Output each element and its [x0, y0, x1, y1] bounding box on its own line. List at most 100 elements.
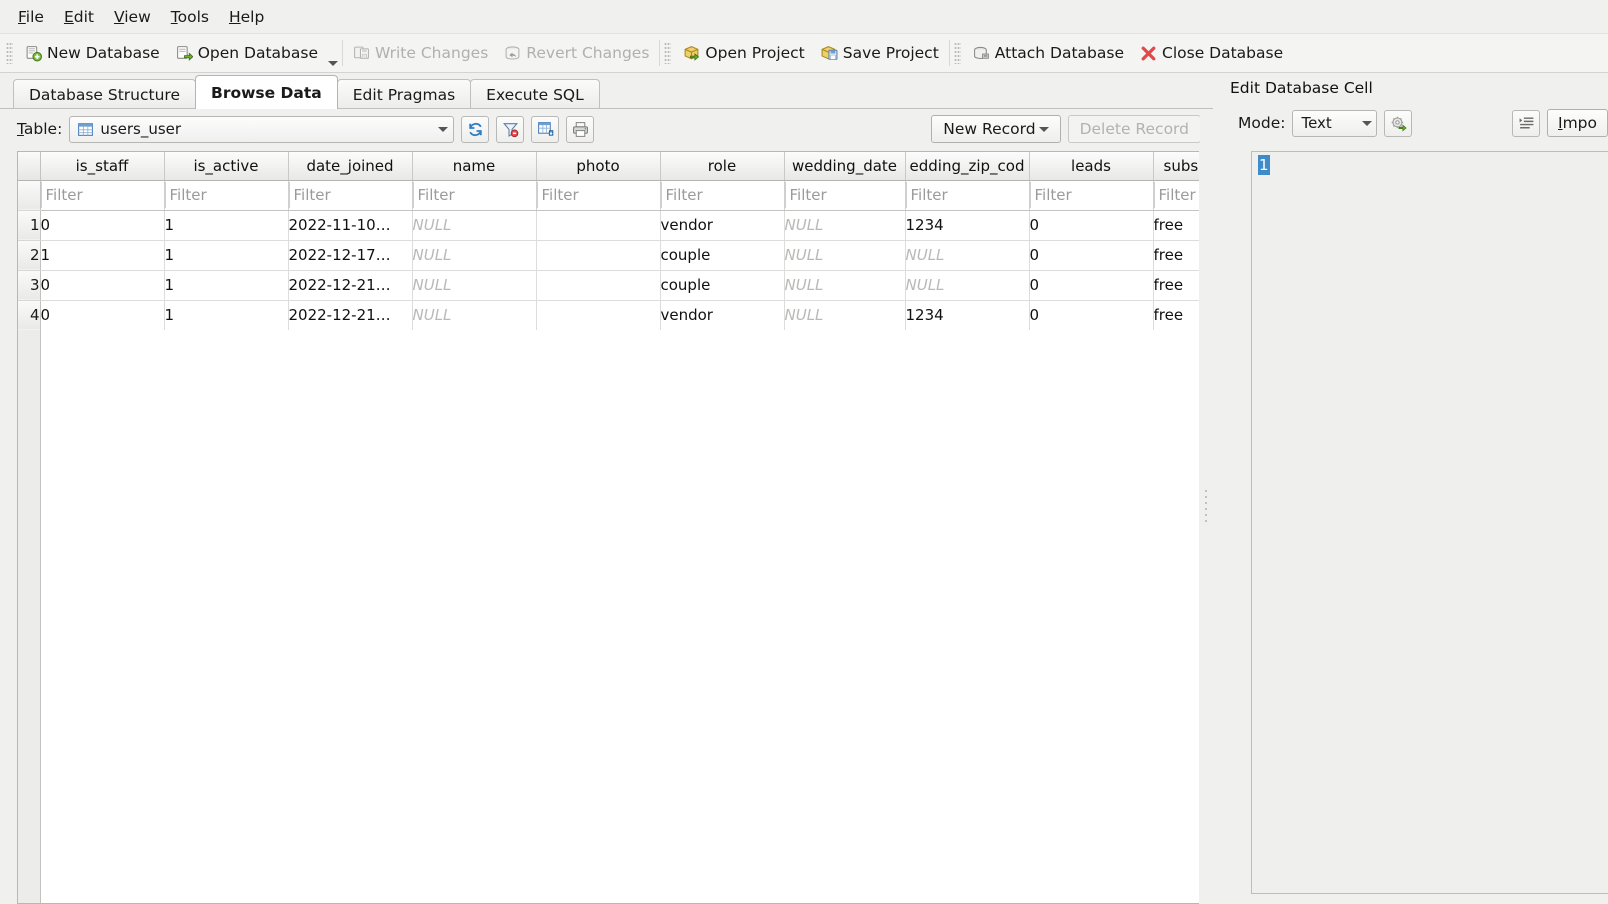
cell-name[interactable]: NULL — [412, 300, 537, 331]
column-header-photo[interactable]: photo — [536, 152, 661, 181]
column-header-name[interactable]: name — [412, 152, 537, 181]
filter-input-wedding-date[interactable]: Filter — [784, 180, 906, 211]
menu-item-file[interactable]: File — [8, 4, 54, 30]
tab-database-structure[interactable]: Database Structure — [13, 79, 196, 109]
cell-subscription[interactable]: free — [1153, 300, 1199, 331]
cell-is-active[interactable]: 1 — [164, 270, 289, 301]
cell-wedding-date[interactable]: NULL — [784, 300, 906, 331]
row-number[interactable]: 4 — [18, 300, 41, 331]
cell-subscription[interactable]: free — [1153, 210, 1199, 241]
cell-photo[interactable] — [536, 270, 661, 301]
table-select-combobox[interactable]: users_user — [69, 115, 455, 143]
revert-changes-button[interactable]: Revert Changes — [496, 39, 657, 67]
filter-input-wedding-zip-code[interactable]: Filter — [905, 180, 1030, 211]
filter-input-subscription[interactable]: Filter — [1153, 180, 1199, 211]
cell-is-active[interactable]: 1 — [164, 300, 289, 331]
cell-role[interactable]: couple — [660, 240, 785, 271]
table-row[interactable]: 1 0 1 2022-11-10… NULL vendor NULL 1234 … — [18, 210, 1199, 241]
cell-photo[interactable] — [536, 300, 661, 331]
cell-is-active[interactable]: 1 — [164, 240, 289, 271]
mode-select[interactable]: Text — [1292, 109, 1378, 137]
open-project-button[interactable]: Open Project — [675, 39, 812, 67]
cell-is-staff[interactable]: 0 — [40, 210, 165, 241]
cell-leads[interactable]: 0 — [1029, 270, 1154, 301]
column-header-is-active[interactable]: is_active — [164, 152, 289, 181]
row-number[interactable]: 3 — [18, 270, 41, 301]
import-button[interactable]: Impo — [1547, 109, 1608, 137]
column-header-wedding-date[interactable]: wedding_date — [784, 152, 906, 181]
cell-wedding-zip-code[interactable]: NULL — [905, 270, 1030, 301]
cell-photo[interactable] — [536, 240, 661, 271]
menu-item-help[interactable]: Help — [219, 4, 274, 30]
cell-wedding-zip-code[interactable]: 1234 — [905, 300, 1030, 331]
filter-input-name[interactable]: Filter — [412, 180, 537, 211]
cell-leads[interactable]: 0 — [1029, 210, 1154, 241]
cell-subscription[interactable]: free — [1153, 240, 1199, 271]
filter-input-role[interactable]: Filter — [660, 180, 785, 211]
cell-wedding-date[interactable]: NULL — [784, 240, 906, 271]
cell-role[interactable]: couple — [660, 270, 785, 301]
cell-photo[interactable] — [536, 210, 661, 241]
cell-wedding-date[interactable]: NULL — [784, 270, 906, 301]
save-project-button[interactable]: Save Project — [813, 39, 947, 67]
grid-corner-cell[interactable] — [18, 152, 41, 181]
data-grid[interactable]: is_staff is_active date_joined name phot… — [17, 151, 1199, 904]
refresh-button[interactable] — [461, 115, 490, 143]
close-database-button[interactable]: Close Database — [1132, 39, 1291, 67]
cell-role[interactable]: vendor — [660, 210, 785, 241]
delete-record-button[interactable]: Delete Record — [1067, 115, 1201, 143]
table-row[interactable]: 2 1 1 2022-12-17… NULL couple NULL NULL … — [18, 240, 1199, 271]
column-header-role[interactable]: role — [660, 152, 785, 181]
column-header-subscription[interactable]: subsc — [1153, 152, 1199, 181]
filter-input-photo[interactable]: Filter — [536, 180, 661, 211]
cell-wedding-zip-code[interactable]: 1234 — [905, 210, 1030, 241]
column-header-date-joined[interactable]: date_joined — [288, 152, 413, 181]
tab-edit-pragmas[interactable]: Edit Pragmas — [336, 79, 472, 109]
open-database-dropdown-arrow[interactable] — [326, 34, 340, 72]
cell-is-staff[interactable]: 1 — [40, 240, 165, 271]
cell-is-staff[interactable]: 0 — [40, 270, 165, 301]
write-changes-button[interactable]: Write Changes — [345, 39, 496, 67]
tab-execute-sql[interactable]: Execute SQL — [470, 79, 600, 109]
cell-date-joined[interactable]: 2022-12-17… — [288, 240, 413, 271]
menu-item-edit[interactable]: Edit — [54, 4, 104, 30]
save-results-button[interactable] — [531, 115, 560, 143]
row-number[interactable]: 1 — [18, 210, 41, 241]
cell-editor-textarea[interactable]: 1 — [1251, 151, 1608, 894]
column-header-wedding-zip-code[interactable]: edding_zip_cod — [905, 152, 1030, 181]
cell-date-joined[interactable]: 2022-12-21… — [288, 300, 413, 331]
print-button[interactable] — [566, 115, 595, 143]
clear-filters-button[interactable] — [496, 115, 525, 143]
filter-input-date-joined[interactable]: Filter — [288, 180, 413, 211]
cell-is-active[interactable]: 1 — [164, 210, 289, 241]
table-row[interactable]: 4 0 1 2022-12-21… NULL vendor NULL 1234 … — [18, 300, 1199, 331]
cell-date-joined[interactable]: 2022-11-10… — [288, 210, 413, 241]
cell-wedding-zip-code[interactable]: NULL — [905, 240, 1030, 271]
cell-role[interactable]: vendor — [660, 300, 785, 331]
new-record-button[interactable]: New Record — [931, 115, 1061, 143]
cell-wedding-date[interactable]: NULL — [784, 210, 906, 241]
table-row[interactable]: 3 0 1 2022-12-21… NULL couple NULL NULL … — [18, 270, 1199, 301]
word-wrap-button[interactable] — [1512, 109, 1540, 137]
open-database-button[interactable]: Open Database — [168, 39, 326, 67]
apply-cell-data-button[interactable] — [1384, 109, 1413, 137]
toolbar-grip[interactable] — [6, 42, 13, 64]
menu-item-tools[interactable]: Tools — [161, 4, 219, 30]
new-database-button[interactable]: New Database — [17, 39, 168, 67]
cell-is-staff[interactable]: 0 — [40, 300, 165, 331]
filter-input-is-staff[interactable]: Filter — [40, 180, 165, 211]
row-number[interactable]: 2 — [18, 240, 41, 271]
cell-name[interactable]: NULL — [412, 270, 537, 301]
filter-input-leads[interactable]: Filter — [1029, 180, 1154, 211]
tab-browse-data[interactable]: Browse Data — [195, 75, 338, 109]
cell-name[interactable]: NULL — [412, 240, 537, 271]
cell-subscription[interactable]: free — [1153, 270, 1199, 301]
cell-leads[interactable]: 0 — [1029, 240, 1154, 271]
column-header-is-staff[interactable]: is_staff — [40, 152, 165, 181]
menu-item-view[interactable]: View — [104, 4, 161, 30]
attach-database-button[interactable]: Attach Database — [965, 39, 1132, 67]
pane-splitter[interactable] — [1200, 109, 1213, 904]
column-header-leads[interactable]: leads — [1029, 152, 1154, 181]
toolbar-grip-3[interactable] — [953, 42, 961, 64]
cell-name[interactable]: NULL — [412, 210, 537, 241]
